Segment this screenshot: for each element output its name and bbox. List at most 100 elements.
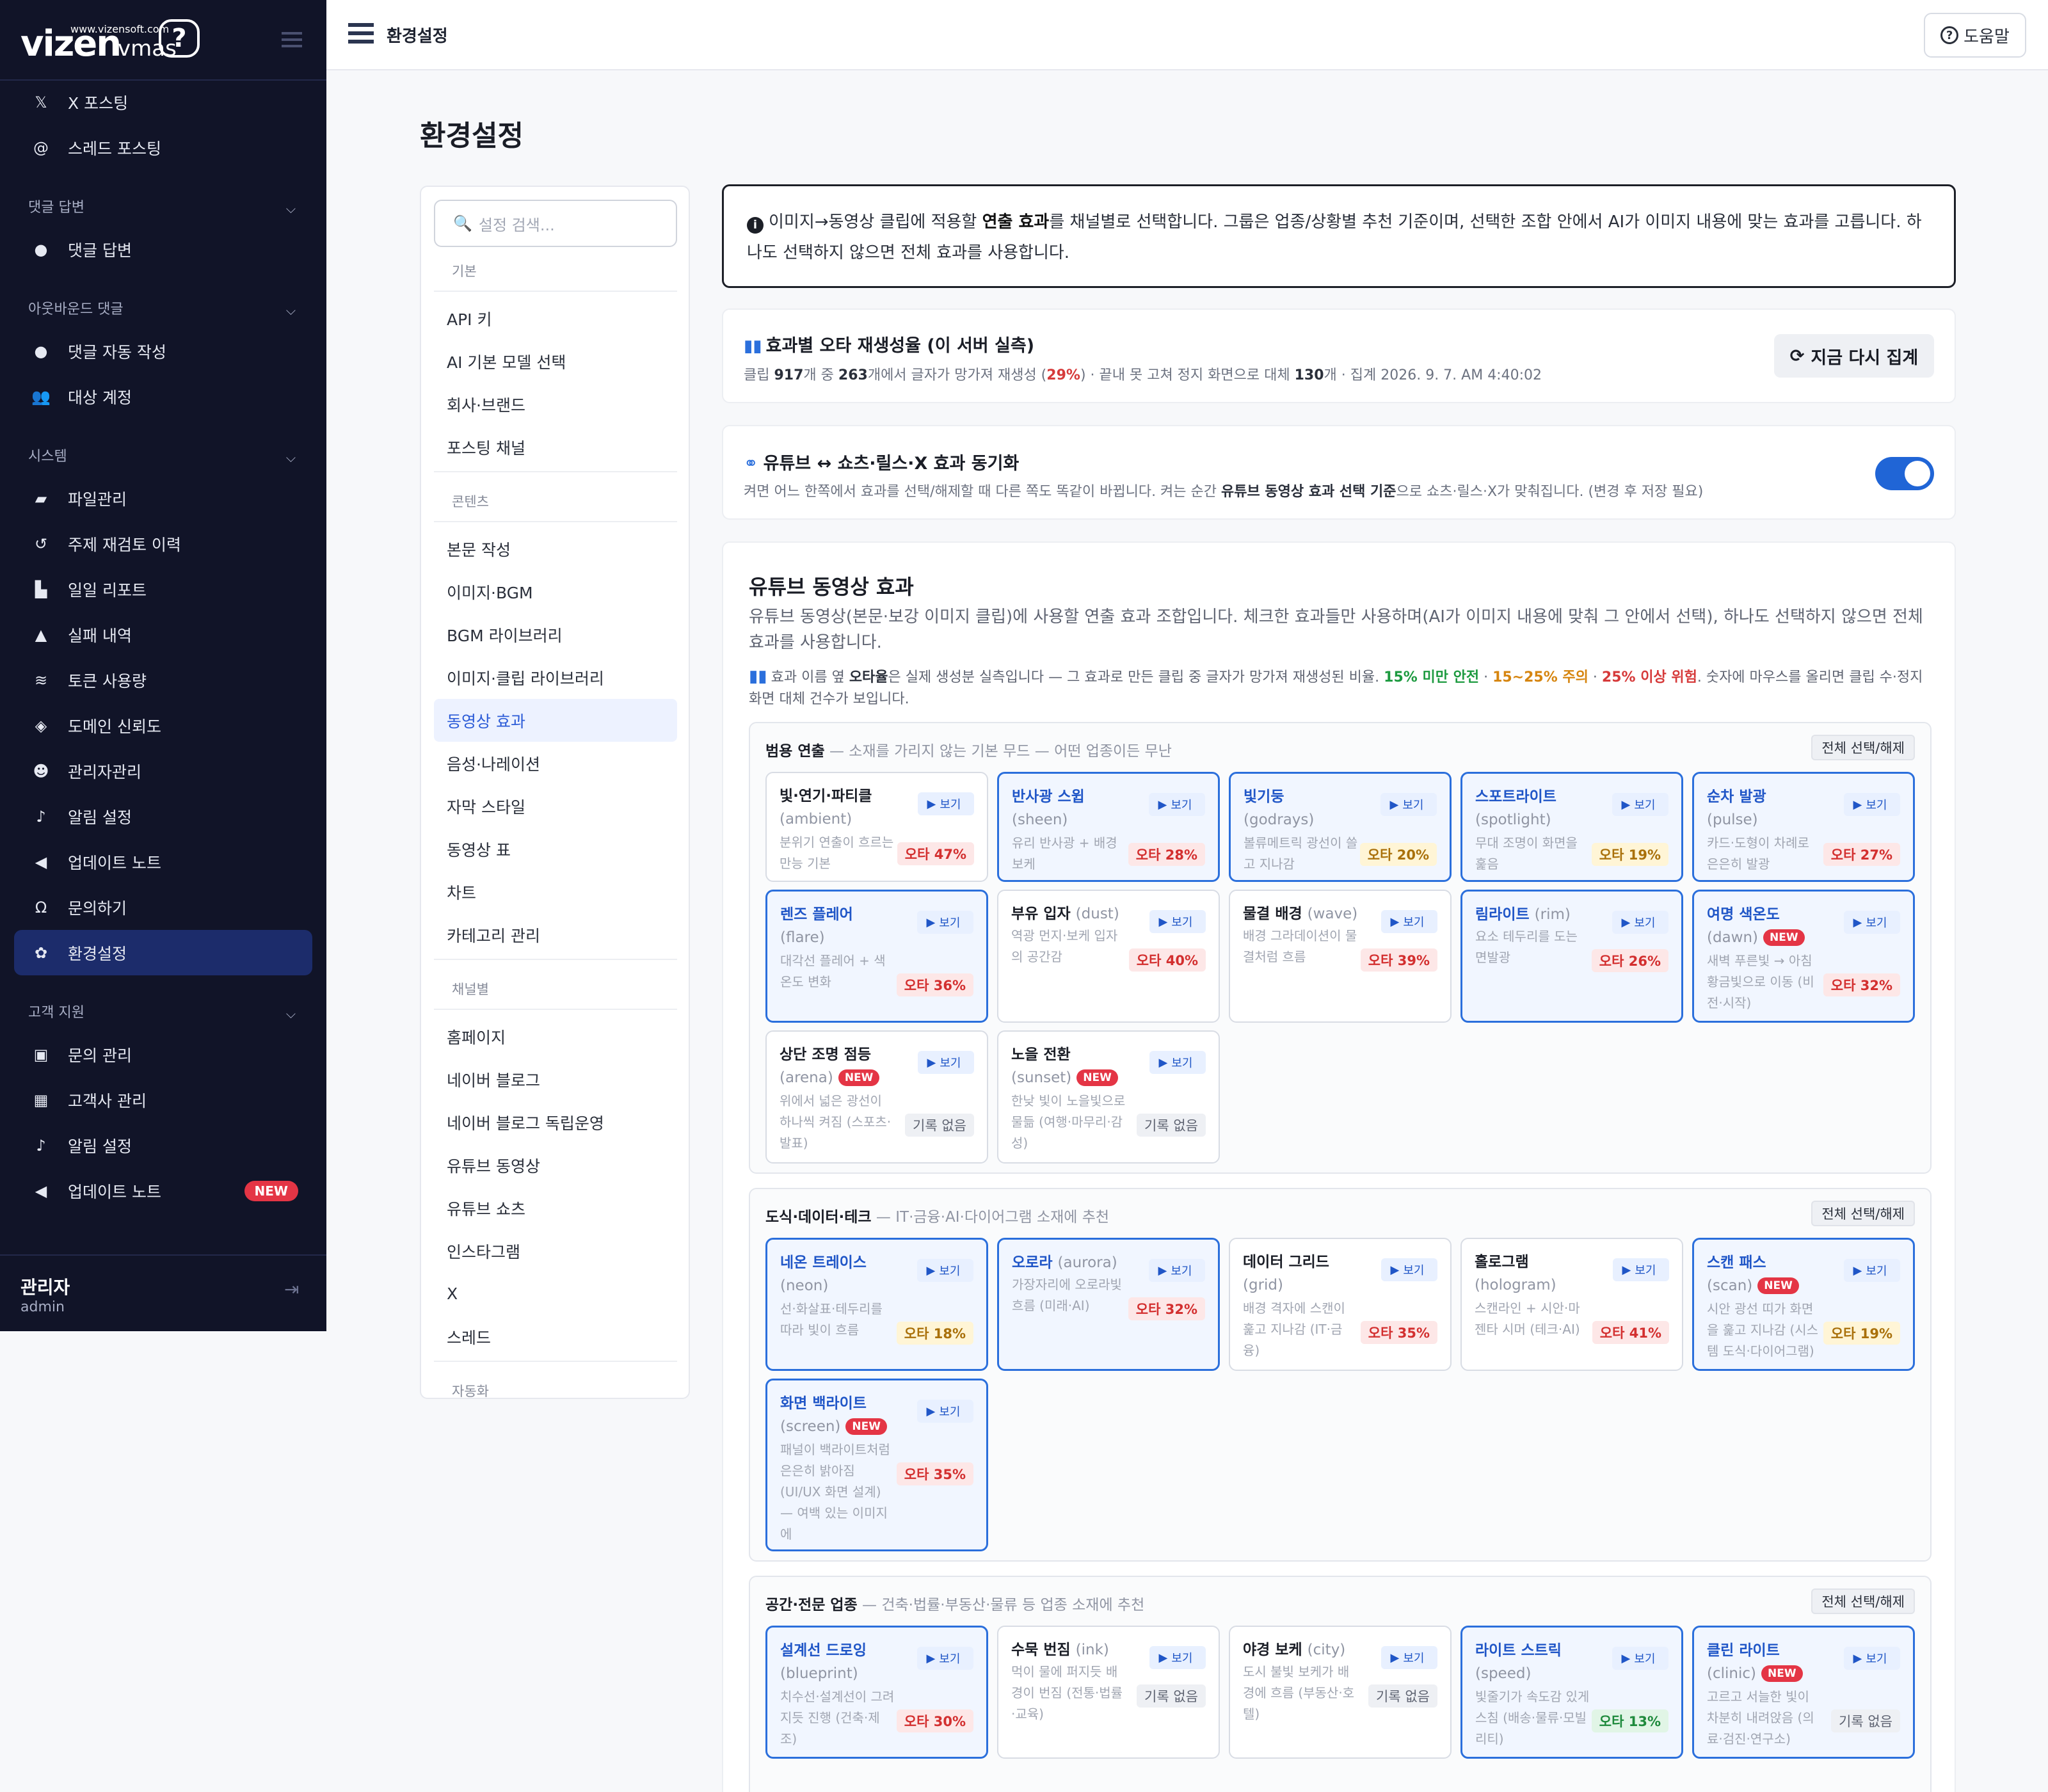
error-rate-badge[interactable]: 오타 13% bbox=[1591, 1709, 1668, 1732]
effect-tile[interactable]: 야경 보케 (city) 도시 불빛 보케가 배경에 흐름 (부동산·호텔) ▶ 보기… bbox=[1229, 1626, 1452, 1759]
select-all-button[interactable]: 전체 선택/해제 bbox=[1811, 735, 1915, 760]
effect-tile[interactable]: 스포트라이트 (spotlight) 무대 조명이 화면을 훑음 ▶ 보기 오타 19% bbox=[1460, 772, 1683, 882]
preview-button[interactable]: ▶ 보기 bbox=[1844, 911, 1900, 934]
settings-item[interactable]: BGM 라이브러리 bbox=[434, 613, 677, 656]
refresh-stats-button[interactable]: ⟳ 지금 다시 집계 bbox=[1774, 334, 1934, 378]
settings-item[interactable]: 자막 스타일 bbox=[434, 785, 677, 828]
settings-item[interactable]: 유튜브 동영상 bbox=[434, 1144, 677, 1187]
settings-item[interactable]: 이미지·클립 라이브러리 bbox=[434, 656, 677, 699]
preview-button[interactable]: ▶ 보기 bbox=[1844, 1647, 1900, 1670]
error-rate-badge[interactable]: 오타 39% bbox=[1360, 948, 1437, 972]
effect-tile[interactable]: 빛기둥 (godrays) 볼류메트릭 광선이 쓸고 지나감 ▶ 보기 오타 20% bbox=[1229, 772, 1452, 882]
effect-tile[interactable]: 렌즈 플레어 (flare) 대각선 플레어 + 색온도 변화 ▶ 보기 오타 36% bbox=[765, 890, 988, 1023]
error-rate-badge[interactable]: 오타 30% bbox=[896, 1709, 973, 1732]
sidebar-section-support[interactable]: 고객 지원 ⌵ bbox=[0, 975, 326, 1032]
preview-button[interactable]: ▶ 보기 bbox=[1149, 1051, 1206, 1074]
error-rate-badge[interactable]: 오타 20% bbox=[1359, 843, 1437, 866]
effect-tile[interactable]: 홀로그램 (hologram) 스캔라인 + 시안·마젠타 시머 (테크·AI) ▶ 보… bbox=[1460, 1238, 1683, 1371]
preview-button[interactable]: ▶ 보기 bbox=[917, 1400, 973, 1423]
error-rate-badge[interactable]: 오타 26% bbox=[1591, 949, 1668, 972]
effect-tile[interactable]: 화면 백라이트 (screen) NEW 패널이 백라이트처럼 은은히 밝아짐 (UI… bbox=[765, 1379, 988, 1551]
preview-button[interactable]: ▶ 보기 bbox=[918, 1051, 974, 1074]
preview-button[interactable]: ▶ 보기 bbox=[1149, 1259, 1205, 1282]
logout-icon[interactable]: ⇥ bbox=[284, 1279, 299, 1300]
sidebar-item-inquiry-mgmt[interactable]: ▣ 문의 관리 bbox=[0, 1032, 326, 1077]
error-rate-badge[interactable]: 오타 40% bbox=[1128, 948, 1206, 972]
preview-button[interactable]: ▶ 보기 bbox=[917, 911, 973, 934]
settings-item[interactable]: 포스팅 채널 bbox=[434, 426, 677, 468]
settings-item[interactable]: 이미지·BGM bbox=[434, 570, 677, 613]
error-rate-badge[interactable]: 오타 19% bbox=[1591, 843, 1668, 866]
error-rate-badge[interactable]: 오타 19% bbox=[1823, 1322, 1900, 1345]
select-all-button[interactable]: 전체 선택/해제 bbox=[1811, 1588, 1915, 1614]
settings-item[interactable]: 차트 bbox=[434, 870, 677, 913]
error-rate-badge[interactable]: 기록 없음 bbox=[1137, 1114, 1206, 1137]
error-rate-badge[interactable]: 기록 없음 bbox=[905, 1114, 974, 1137]
sidebar-item-domain-trust[interactable]: ◈ 도메인 신뢰도 bbox=[0, 703, 326, 748]
settings-item[interactable]: 네이버 블로그 bbox=[434, 1058, 677, 1101]
sidebar-section-comment[interactable]: 댓글 답변 ⌵ bbox=[0, 170, 326, 227]
sidebar-item-clients[interactable]: ▦ 고객사 관리 bbox=[0, 1077, 326, 1123]
sidebar-item-admins[interactable]: ☻ 관리자관리 bbox=[0, 748, 326, 794]
settings-item-active[interactable]: 동영상 효과 bbox=[434, 699, 677, 742]
preview-button[interactable]: ▶ 보기 bbox=[918, 792, 974, 815]
sidebar-item-topic-history[interactable]: ↺ 주제 재검토 이력 bbox=[0, 521, 326, 566]
effect-tile[interactable]: 빛·연기·파티클 (ambient) 분위기 연출이 흐르는 만능 기본 ▶ 보기 오타 … bbox=[765, 772, 988, 882]
effect-tile[interactable]: 물결 배경 (wave) 배경 그라데이션이 물결처럼 흐름 ▶ 보기 오타 39% bbox=[1229, 890, 1452, 1023]
error-rate-badge[interactable]: 오타 18% bbox=[896, 1322, 973, 1345]
effect-tile[interactable]: 부유 입자 (dust) 역광 먼지·보케 입자의 공간감 ▶ 보기 오타 40% bbox=[997, 890, 1220, 1023]
preview-button[interactable]: ▶ 보기 bbox=[1149, 910, 1206, 933]
effect-tile[interactable]: 오로라 (aurora) 가장자리에 오로라빛 흐름 (미래·AI) ▶ 보기 오타 3… bbox=[997, 1238, 1220, 1371]
error-rate-badge[interactable]: 오타 27% bbox=[1823, 843, 1900, 866]
sidebar-item-x-posting[interactable]: 𝕏 X 포스팅 bbox=[0, 79, 326, 125]
settings-item[interactable]: 카테고리 관리 bbox=[434, 913, 677, 956]
preview-button[interactable]: ▶ 보기 bbox=[917, 1647, 973, 1670]
sidebar-item-failures[interactable]: ▲ 실패 내역 bbox=[0, 612, 326, 657]
effect-tile[interactable]: 노을 전환 (sunset) NEW 한낮 빛이 노을빛으로 물듦 (여행·마무리·감… bbox=[997, 1030, 1220, 1164]
effect-tile[interactable]: 여명 색온도 (dawn) NEW 새벽 푸른빛 → 아침 황금빛으로 이동 (비전·… bbox=[1692, 890, 1915, 1023]
sync-toggle[interactable] bbox=[1875, 457, 1934, 490]
preview-button[interactable]: ▶ 보기 bbox=[917, 1259, 973, 1282]
effect-tile[interactable]: 클린 라이트 (clinic) NEW 고르고 서늘한 빛이 차분히 내려앉음 (의료… bbox=[1692, 1626, 1915, 1759]
effect-tile[interactable]: 데이터 그리드 (grid) 배경 격자에 스캔이 훑고 지나감 (IT·금융) ▶ 보… bbox=[1229, 1238, 1452, 1371]
effect-tile[interactable]: 스캔 패스 (scan) NEW 시안 광선 띠가 화면을 훑고 지나감 (시스템 도… bbox=[1692, 1238, 1915, 1371]
sidebar-item-target-accounts[interactable]: 👥 대상 계정 bbox=[0, 374, 326, 419]
sidebar-collapse-icon[interactable] bbox=[282, 32, 302, 47]
sidebar-item-inquiry[interactable]: Ω 문의하기 bbox=[0, 884, 326, 930]
error-rate-badge[interactable]: 오타 47% bbox=[897, 842, 974, 865]
effect-tile[interactable]: 상단 조명 점등 (arena) NEW 위에서 넓은 광선이 하나씩 켜짐 (스포츠… bbox=[765, 1030, 988, 1164]
settings-item[interactable]: 네이버 블로그 독립운영 bbox=[434, 1101, 677, 1144]
sidebar-item-update-notes[interactable]: ◀ 업데이트 노트 bbox=[0, 839, 326, 884]
error-rate-badge[interactable]: 기록 없음 bbox=[1137, 1684, 1206, 1708]
error-rate-badge[interactable]: 오타 35% bbox=[1360, 1321, 1437, 1344]
settings-search-input[interactable]: 🔍 설정 검색... bbox=[434, 200, 677, 247]
effect-tile[interactable]: 순차 발광 (pulse) 카드·도형이 차례로 은은히 발광 ▶ 보기 오타 27% bbox=[1692, 772, 1915, 882]
error-rate-badge[interactable]: 오타 32% bbox=[1823, 973, 1900, 996]
preview-button[interactable]: ▶ 보기 bbox=[1612, 911, 1668, 934]
sidebar-item-daily-report[interactable]: ▙ 일일 리포트 bbox=[0, 566, 326, 612]
error-rate-badge[interactable]: 기록 없음 bbox=[1831, 1709, 1900, 1732]
settings-item[interactable]: X bbox=[434, 1272, 677, 1315]
menu-toggle-icon[interactable] bbox=[348, 23, 374, 44]
settings-item[interactable]: AI 기본 모델 선택 bbox=[434, 340, 677, 383]
error-rate-badge[interactable]: 오타 28% bbox=[1128, 843, 1205, 866]
preview-button[interactable]: ▶ 보기 bbox=[1149, 1646, 1206, 1669]
sidebar-item-threads-posting[interactable]: @ 스레드 포스팅 bbox=[0, 125, 326, 170]
settings-item[interactable]: 유튜브 쇼츠 bbox=[434, 1187, 677, 1229]
error-rate-badge[interactable]: 오타 35% bbox=[896, 1462, 973, 1485]
effect-tile[interactable]: 네온 트레이스 (neon) 선·화살표·테두리를 따라 빛이 흐름 ▶ 보기 오타 18… bbox=[765, 1238, 988, 1371]
preview-button[interactable]: ▶ 보기 bbox=[1380, 793, 1437, 816]
preview-button[interactable]: ▶ 보기 bbox=[1612, 793, 1668, 816]
settings-item[interactable]: 동영상 표 bbox=[434, 828, 677, 870]
error-rate-badge[interactable]: 오타 32% bbox=[1128, 1297, 1205, 1320]
sidebar-item-auto-comment[interactable]: ● 댓글 자동 작성 bbox=[0, 328, 326, 374]
error-rate-badge[interactable]: 오타 41% bbox=[1592, 1321, 1669, 1344]
error-rate-badge[interactable]: 오타 36% bbox=[896, 973, 973, 996]
settings-item[interactable]: 홈페이지 bbox=[434, 1015, 677, 1058]
preview-button[interactable]: ▶ 보기 bbox=[1381, 910, 1437, 933]
sidebar-item-support-updates[interactable]: ◀ 업데이트 노트 NEW bbox=[0, 1168, 326, 1213]
sidebar-item-settings[interactable]: ✿ 환경설정 bbox=[14, 930, 312, 975]
brand-logo[interactable]: vizen bbox=[20, 23, 122, 65]
help-button[interactable]: ? 도움말 bbox=[1924, 13, 2026, 58]
settings-item[interactable]: 음성·나레이션 bbox=[434, 742, 677, 785]
